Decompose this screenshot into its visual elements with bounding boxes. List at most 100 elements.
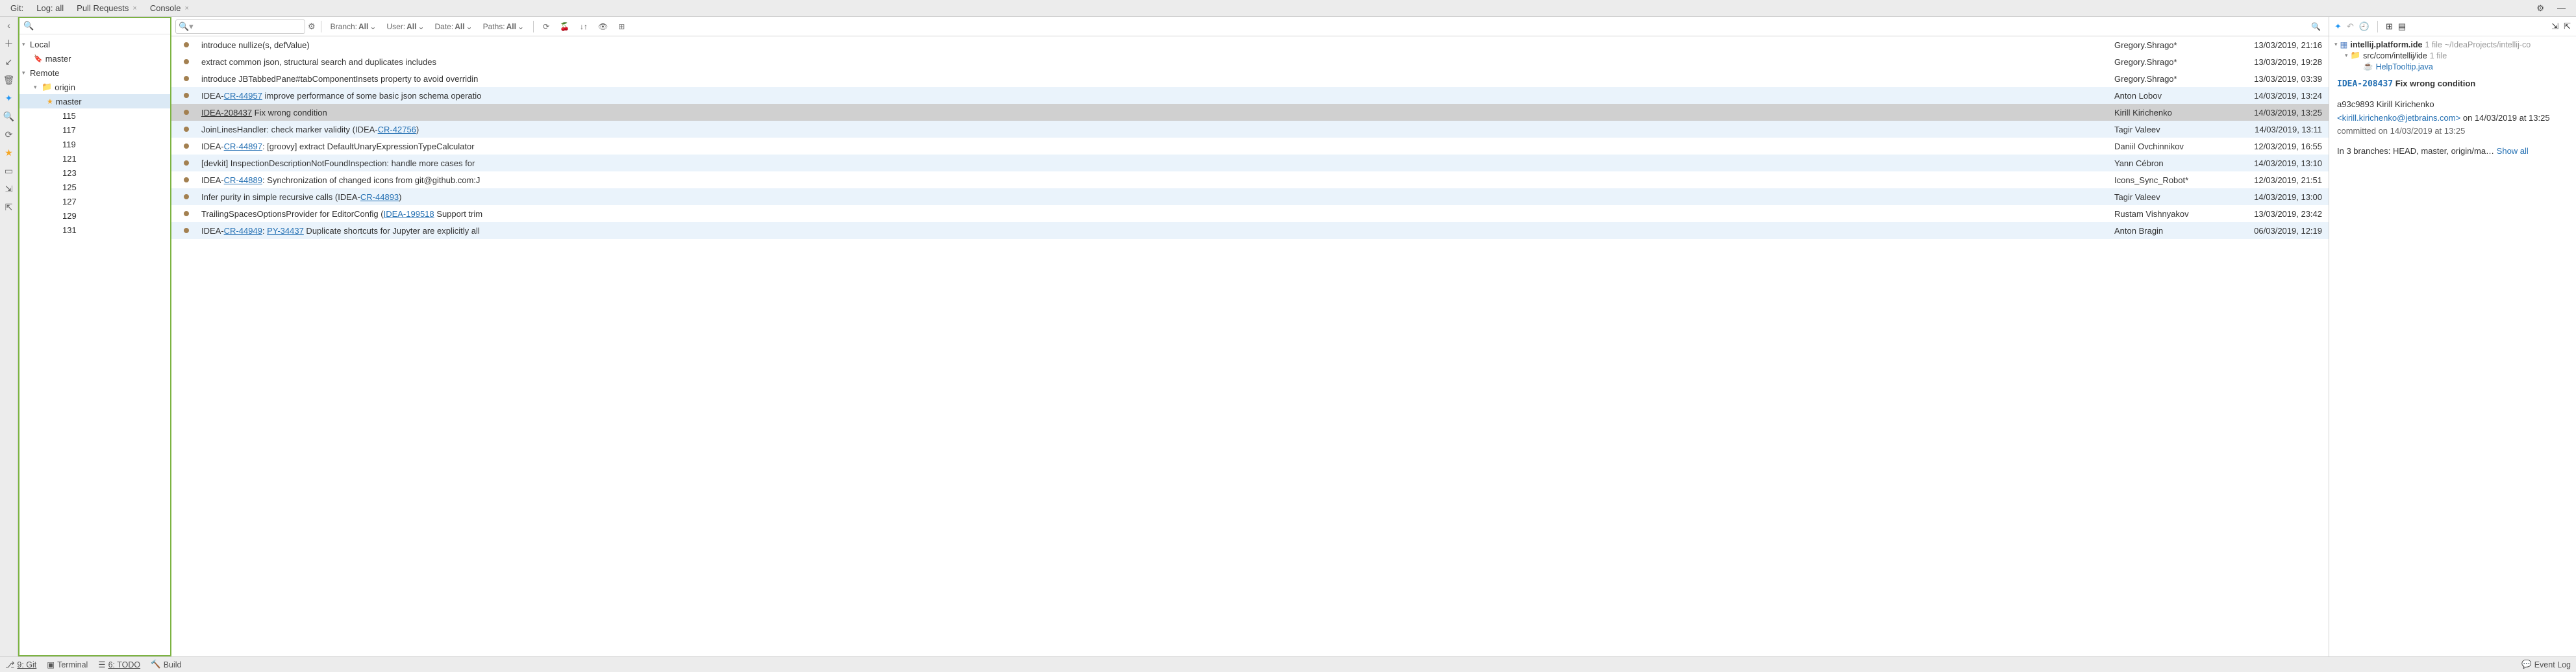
expand-icon[interactable]: ⇲ [3, 183, 15, 195]
collapse-icon[interactable]: ⇱ [3, 201, 15, 213]
commit-message: [devkit] InspectionDescriptionNotFoundIn… [201, 158, 2114, 168]
chevron-down-icon: ▾ [22, 69, 30, 77]
commit-message: IDEA-CR-44897: [groovy] extract DefaultU… [201, 142, 2114, 151]
commit-author: Icons_Sync_Robot* [2114, 175, 2231, 185]
eye-icon[interactable]: 👁 [594, 22, 612, 31]
branch-filter-label: Branch: [331, 22, 357, 31]
branch-item[interactable]: 123 [19, 166, 170, 180]
log-search-input[interactable]: 🔍▾ [175, 19, 305, 34]
delete-icon[interactable]: 🗑 [3, 74, 15, 86]
commit-message: IDEA-CR-44957 improve performance of som… [201, 91, 2114, 101]
back-icon[interactable]: ‹ [3, 19, 15, 31]
graph-column [171, 42, 201, 47]
branch-search[interactable]: 🔍 [19, 18, 170, 34]
commit-row[interactable]: IDEA-CR-44957 improve performance of som… [171, 87, 2329, 104]
layout-icon[interactable]: ▭ [3, 165, 15, 177]
close-icon[interactable]: × [185, 5, 189, 12]
branch-item[interactable]: 127 [19, 194, 170, 208]
commit-row[interactable]: IDEA-CR-44889: Synchronization of change… [171, 171, 2329, 188]
commit-row[interactable]: Infer purity in simple recursive calls (… [171, 188, 2329, 205]
console-tab[interactable]: Console × [144, 3, 195, 13]
branch-item[interactable]: 121 [19, 151, 170, 166]
tree-origin-master[interactable]: ★master [19, 94, 170, 108]
commit-date: 14/03/2019, 13:10 [2231, 158, 2329, 168]
sort-icon[interactable]: ↓↑ [576, 22, 592, 31]
chevron-down-icon: ▾ [2334, 41, 2338, 48]
commit-row[interactable]: IDEA-CR-44949: PY-34437 Duplicate shortc… [171, 222, 2329, 239]
commit-author: Yann Cébron [2114, 158, 2231, 168]
show-all-link[interactable]: Show all [2497, 146, 2529, 156]
branch-number-label: 115 [62, 111, 76, 121]
commit-author: Anton Bragin [2114, 226, 2231, 236]
star-icon[interactable]: ★ [3, 147, 15, 158]
java-file-icon: ☕ [2363, 62, 2373, 71]
todo-tool-window-button[interactable]: ☰6: TODO [98, 660, 140, 669]
undo-icon[interactable]: ↶ [2347, 21, 2354, 32]
git-tool-window-button[interactable]: ⎇9: Git [5, 660, 36, 669]
commit-date: 14/03/2019, 13:11 [2231, 125, 2329, 134]
refresh-icon[interactable]: ⟳ [3, 129, 15, 140]
branch-item[interactable]: 131 [19, 223, 170, 237]
terminal-tool-window-button[interactable]: ▣Terminal [47, 660, 88, 669]
file-tree-file[interactable]: ☕ HelpTooltip.java [2334, 61, 2571, 72]
search-icon[interactable]: 🔍 [2307, 22, 2325, 31]
commit-row[interactable]: JoinLinesHandler: check marker validity … [171, 121, 2329, 138]
commit-email[interactable]: <kirill.kirichenko@jetbrains.com> [2337, 113, 2460, 123]
branch-filter[interactable]: Branch: All ⌄ [327, 22, 381, 31]
balloon-icon: 💬 [2521, 660, 2532, 669]
bottom-bar: ⎇9: Git ▣Terminal ☰6: TODO 🔨Build 💬Event… [0, 656, 2576, 672]
commit-row[interactable]: [devkit] InspectionDescriptionNotFoundIn… [171, 155, 2329, 171]
checkout-icon[interactable]: ↙ [3, 56, 15, 68]
branch-item[interactable]: 129 [19, 208, 170, 223]
commit-dot-icon [184, 110, 189, 115]
refresh-icon[interactable]: ⟳ [539, 22, 553, 31]
date-filter-label: Date: [435, 22, 454, 31]
tree-local[interactable]: ▾Local [19, 37, 170, 51]
tree-local-master[interactable]: 🔖master [19, 51, 170, 66]
group-icon[interactable]: ⊞ [2386, 21, 2393, 32]
branch-item[interactable]: 115 [19, 108, 170, 123]
commit-date: 13/03/2019, 03:39 [2231, 74, 2329, 84]
branch-item[interactable]: 117 [19, 123, 170, 137]
branch-tree: ▾Local 🔖master ▾Remote ▾📁origin ★master … [19, 34, 170, 655]
user-filter[interactable]: User: All ⌄ [382, 22, 428, 31]
commit-row[interactable]: IDEA-CR-44897: [groovy] extract DefaultU… [171, 138, 2329, 155]
date-filter[interactable]: Date: All ⌄ [431, 22, 477, 31]
changed-files-tree: ▾ ▦ intellij.platform.ide 1 file ~/IdeaP… [2329, 36, 2576, 75]
history-icon[interactable]: 🕘 [2359, 21, 2370, 32]
file-tree-folder[interactable]: ▾ 📁 src/com/intellij/ide 1 file [2334, 50, 2571, 61]
log-tab[interactable]: Log: all [30, 3, 70, 13]
collapse-icon[interactable]: ⇱ [2564, 21, 2571, 32]
gear-icon[interactable]: ⚙ [308, 21, 316, 32]
paths-filter[interactable]: Paths: All ⌄ [479, 22, 528, 31]
spark-icon[interactable]: ✦ [3, 92, 15, 104]
commit-pin-icon[interactable]: ✦ [2334, 21, 2342, 32]
tree-remote[interactable]: ▾Remote [19, 66, 170, 80]
pull-requests-tab[interactable]: Pull Requests × [70, 3, 144, 13]
build-tool-window-button[interactable]: 🔨Build [151, 660, 181, 669]
add-icon[interactable]: ＋ [3, 38, 15, 49]
commit-dot-icon [184, 143, 189, 149]
new-tab-icon[interactable]: ⊞ [614, 22, 629, 31]
branch-item[interactable]: 125 [19, 180, 170, 194]
commit-row[interactable]: introduce nullize(s, defValue)Gregory.Sh… [171, 36, 2329, 53]
minimize-icon[interactable]: — [2551, 3, 2572, 13]
close-icon[interactable]: × [132, 5, 136, 12]
search-icon[interactable]: 🔍 [3, 110, 15, 122]
tree-origin[interactable]: ▾📁origin [19, 80, 170, 94]
commit-row[interactable]: IDEA-208437 Fix wrong conditionKirill Ki… [171, 104, 2329, 121]
file-tree-root[interactable]: ▾ ▦ intellij.platform.ide 1 file ~/IdeaP… [2334, 39, 2571, 50]
commit-branches: In 3 branches: HEAD, master, origin/ma… [2337, 146, 2494, 156]
commit-row[interactable]: extract common json, structural search a… [171, 53, 2329, 70]
root-name: intellij.platform.ide [2350, 40, 2422, 49]
commit-row[interactable]: TrailingSpacesOptionsProvider for Editor… [171, 205, 2329, 222]
expand-icon[interactable]: ⇲ [2551, 21, 2558, 32]
gear-icon[interactable]: ⚙ [2530, 3, 2551, 14]
console-label: Console [150, 3, 181, 13]
branch-item[interactable]: 119 [19, 137, 170, 151]
cherry-pick-icon[interactable]: 🍒 [556, 22, 573, 31]
event-log-button[interactable]: 💬Event Log [2521, 660, 2571, 669]
layout-icon[interactable]: ▤ [2398, 21, 2406, 32]
commit-row[interactable]: introduce JBTabbedPane#tabComponentInset… [171, 70, 2329, 87]
commit-message: introduce JBTabbedPane#tabComponentInset… [201, 74, 2114, 84]
